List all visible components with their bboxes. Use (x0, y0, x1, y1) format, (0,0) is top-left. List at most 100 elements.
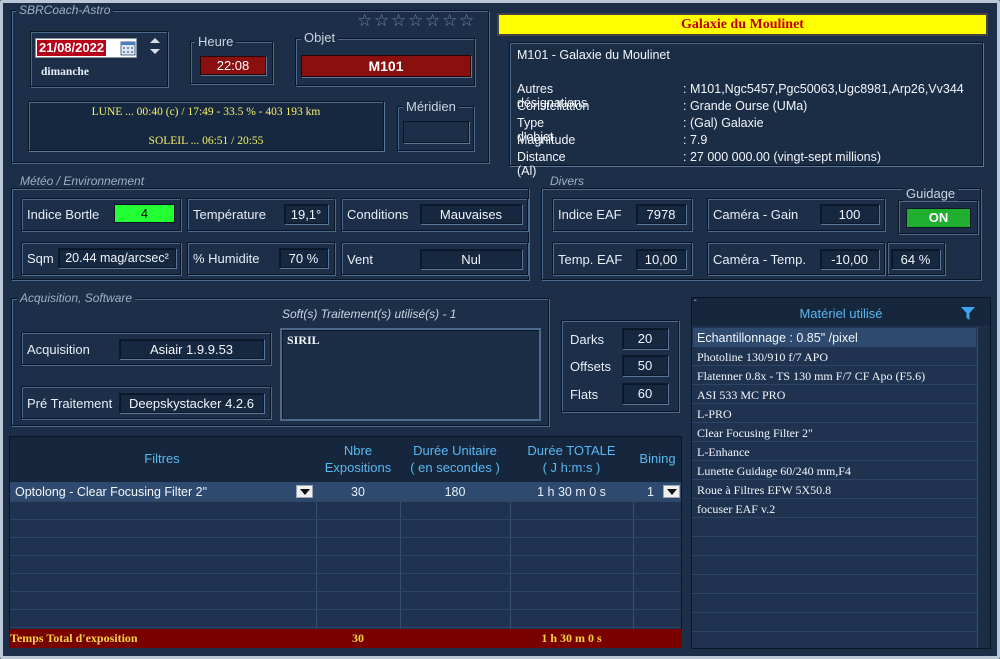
info-value: : (Gal) Galaxie (683, 116, 764, 130)
meteo-title: Météo / Environnement (17, 174, 148, 188)
pretraitement-label: Pré Traitement (27, 396, 113, 411)
list-item[interactable]: Echantillonnage : 0.85" /pixel (697, 329, 975, 347)
info-value: : 7.9 (683, 133, 708, 147)
heure-value[interactable]: 22:08 (200, 56, 266, 75)
vent-value[interactable]: Nul (420, 249, 522, 269)
header-total-2[interactable]: ( J h:m:s ) (510, 459, 633, 476)
app-title: SBRCoach-Astro (16, 3, 114, 17)
filtre-dropdown-icon[interactable] (296, 485, 313, 498)
star-icon[interactable]: ☆ (442, 12, 459, 29)
materiel-scrollbar[interactable] (977, 327, 990, 648)
bortle-value[interactable]: 4 (114, 204, 175, 223)
object-banner: Galaxie du Moulinet (497, 13, 988, 36)
list-item[interactable]: Lunette Guidage 60/240 mm,F4 (697, 462, 975, 480)
row-total[interactable]: 1 h 30 m 0 s (510, 485, 633, 499)
camera-pct-value[interactable]: 64 % (891, 249, 940, 269)
list-item[interactable]: L-PRO (697, 405, 975, 423)
guidage-label: Guidage (903, 186, 959, 201)
flats-value[interactable]: 60 (622, 383, 668, 404)
chevron-up-icon[interactable] (150, 38, 160, 43)
soft-title: Soft(s) Traitement(s) utilisé(s) - 1 (282, 307, 457, 321)
star-icon[interactable]: ☆ (459, 12, 476, 29)
lune-text: LUNE ... 00:40 (c) / 17:49 - 33.5 % - 40… (91, 106, 321, 118)
filter-icon[interactable] (961, 307, 975, 320)
grid-lines (10, 482, 681, 630)
bortle-label: Indice Bortle (27, 207, 100, 222)
temp-eaf-value[interactable]: 10,00 (636, 249, 686, 269)
gain-value[interactable]: 100 (820, 204, 879, 224)
offsets-value[interactable]: 50 (622, 355, 668, 376)
soft-item[interactable]: SIRIL (287, 333, 320, 348)
camera-temp-value[interactable]: -10,00 (820, 249, 879, 269)
bining-dropdown-icon[interactable] (663, 485, 680, 498)
footer-label: Temps Total d'exposition (10, 631, 138, 645)
header-total-1[interactable]: Durée TOTALE (510, 442, 633, 459)
chevron-down-icon[interactable] (150, 49, 160, 54)
list-item[interactable]: Clear Focusing Filter 2" (697, 424, 975, 442)
row-nbre[interactable]: 30 (316, 485, 400, 499)
acq-value[interactable]: Asiair 1.9.9.53 (119, 339, 264, 359)
sqm-value[interactable]: 20.44 mag/arcsec² (58, 248, 176, 268)
meridien-field[interactable] (403, 121, 469, 143)
header-duree-2[interactable]: ( en secondes ) (400, 459, 510, 476)
soleil-text: SOLEIL ... 06:51 / 20:55 (148, 135, 264, 147)
temperature-value[interactable]: 19,1° (284, 204, 328, 224)
offsets-label: Offsets (570, 359, 611, 374)
star-icon[interactable]: ☆ (357, 12, 374, 29)
conditions-label: Conditions (347, 207, 409, 222)
star-icon[interactable]: ☆ (374, 12, 391, 29)
meridien-label: Méridien (403, 99, 459, 114)
star-icon[interactable]: ☆ (391, 12, 408, 29)
info-key: Magnitude (517, 133, 576, 147)
date-spinner[interactable] (149, 37, 161, 57)
info-key: Constellation (517, 99, 590, 113)
date-value[interactable]: 21/08/2022 (37, 40, 107, 56)
list-item[interactable]: ASI 533 MC PRO (697, 386, 975, 404)
materiel-title: Matériel utilisé (799, 306, 883, 321)
vent-label: Vent (347, 252, 374, 267)
humidity-value[interactable]: 70 % (279, 248, 328, 268)
objet-label: Objet (301, 30, 339, 45)
flats-label: Flats (570, 387, 599, 402)
darks-label: Darks (570, 332, 604, 347)
pretraitement-value[interactable]: Deepskystacker 4.2.6 (119, 393, 264, 413)
star-icon[interactable]: ☆ (408, 12, 425, 29)
objet-value[interactable]: M101 (301, 55, 471, 77)
header-nbre-1[interactable]: Nbre (316, 442, 400, 459)
guidage-toggle[interactable]: ON (906, 208, 971, 228)
row-filtre[interactable]: Optolong - Clear Focusing Filter 2" (15, 485, 207, 499)
acq-label: Acquisition (27, 342, 90, 357)
row-duree[interactable]: 180 (400, 485, 510, 499)
eaf-label: Indice EAF (558, 207, 622, 222)
object-heading: M101 - Galaxie du Moulinet (517, 48, 670, 62)
row-bining[interactable]: 1 (647, 485, 654, 499)
footer-nbre: 30 (352, 631, 364, 645)
header-nbre-2[interactable]: Expositions (316, 459, 400, 476)
header-filtres[interactable]: Filtres (9, 450, 315, 467)
darks-value[interactable]: 20 (622, 328, 668, 349)
calendar-icon[interactable] (120, 40, 136, 56)
weekday: dimanche (41, 66, 89, 78)
list-item[interactable]: Photoline 130/910 f/7 APO (697, 348, 975, 366)
info-value: : 27 000 000.00 (vingt-sept millions) (683, 150, 882, 164)
eaf-value[interactable]: 7978 (636, 204, 686, 224)
list-item[interactable]: L-Enhance (697, 443, 975, 461)
gain-label: Caméra - Gain (713, 207, 799, 222)
footer-total: 1 h 30 m 0 s (541, 631, 602, 645)
humidity-label: % Humidite (193, 251, 260, 266)
list-item[interactable]: focuser EAF v.2 (697, 500, 975, 518)
temp-eaf-label: Temp. EAF (558, 252, 623, 267)
star-icon[interactable]: ☆ (425, 12, 442, 29)
list-item[interactable]: Flatenner 0.8x - TS 130 mm F/7 CF Apo (F… (697, 367, 975, 385)
temperature-label: Température (193, 207, 266, 222)
sqm-label: Sqm (27, 251, 54, 266)
divers-title: Divers (547, 174, 588, 188)
date-picker[interactable]: 21/08/2022 (35, 38, 137, 58)
header-bining[interactable]: Bining (633, 450, 682, 467)
conditions-value[interactable]: Mauvaises (420, 204, 522, 224)
list-item[interactable]: Roue à Filtres EFW 5X50.8 (697, 481, 975, 499)
header-duree-1[interactable]: Durée Unitaire (400, 442, 510, 459)
heure-label: Heure (195, 34, 237, 49)
camera-temp-label: Caméra - Temp. (713, 252, 806, 267)
info-value: : M101,Ngc5457,Pgc50063,Ugc8981,Arp26,Vv… (683, 82, 964, 96)
